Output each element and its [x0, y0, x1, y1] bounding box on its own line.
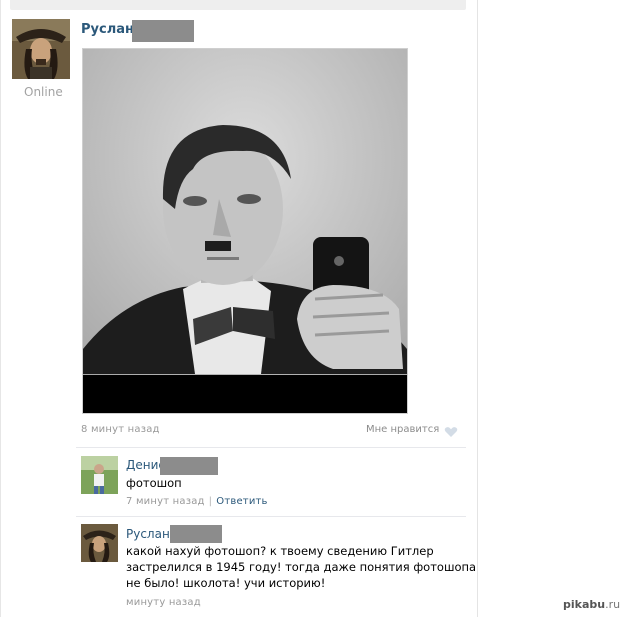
- heart-icon[interactable]: [444, 423, 458, 437]
- comment-text-line: какой нахуй фотошоп? к твоему сведению Г…: [126, 544, 434, 558]
- post-author-name[interactable]: Руслан: [81, 22, 134, 37]
- comment-avatar-denis[interactable]: [81, 456, 118, 494]
- left-border: [0, 0, 1, 617]
- redacted-surname: [160, 457, 218, 475]
- redacted-surname: [132, 20, 194, 42]
- online-status: Online: [24, 85, 63, 99]
- post-photo[interactable]: [82, 48, 408, 414]
- right-border: [477, 0, 478, 617]
- redacted-surname: [170, 525, 222, 543]
- meta-separator: |: [208, 496, 213, 507]
- like-button[interactable]: Мне нравится: [366, 424, 439, 435]
- pikabu-watermark: pikabu.ru: [563, 598, 620, 611]
- comment-timestamp[interactable]: 7 минут назад: [126, 496, 205, 507]
- comment-meta: 7 минут назад | Ответить: [126, 496, 268, 507]
- comment-text-line: не было! школота! учи историю!: [126, 576, 326, 590]
- divider: [76, 447, 466, 448]
- comment-text-line: застрелился в 1945 году! тогда даже поня…: [126, 560, 477, 574]
- divider: [76, 516, 466, 517]
- reply-link[interactable]: Ответить: [216, 496, 267, 507]
- comment-avatar-ruslan[interactable]: [81, 524, 118, 562]
- comment-timestamp[interactable]: минуту назад: [126, 597, 201, 608]
- top-bar: [10, 0, 466, 10]
- author-avatar[interactable]: [12, 19, 70, 79]
- comment-author-name[interactable]: Руслан: [126, 527, 170, 541]
- post-timestamp[interactable]: 8 минут назад: [81, 424, 160, 435]
- comment-text: фотошоп: [126, 476, 182, 490]
